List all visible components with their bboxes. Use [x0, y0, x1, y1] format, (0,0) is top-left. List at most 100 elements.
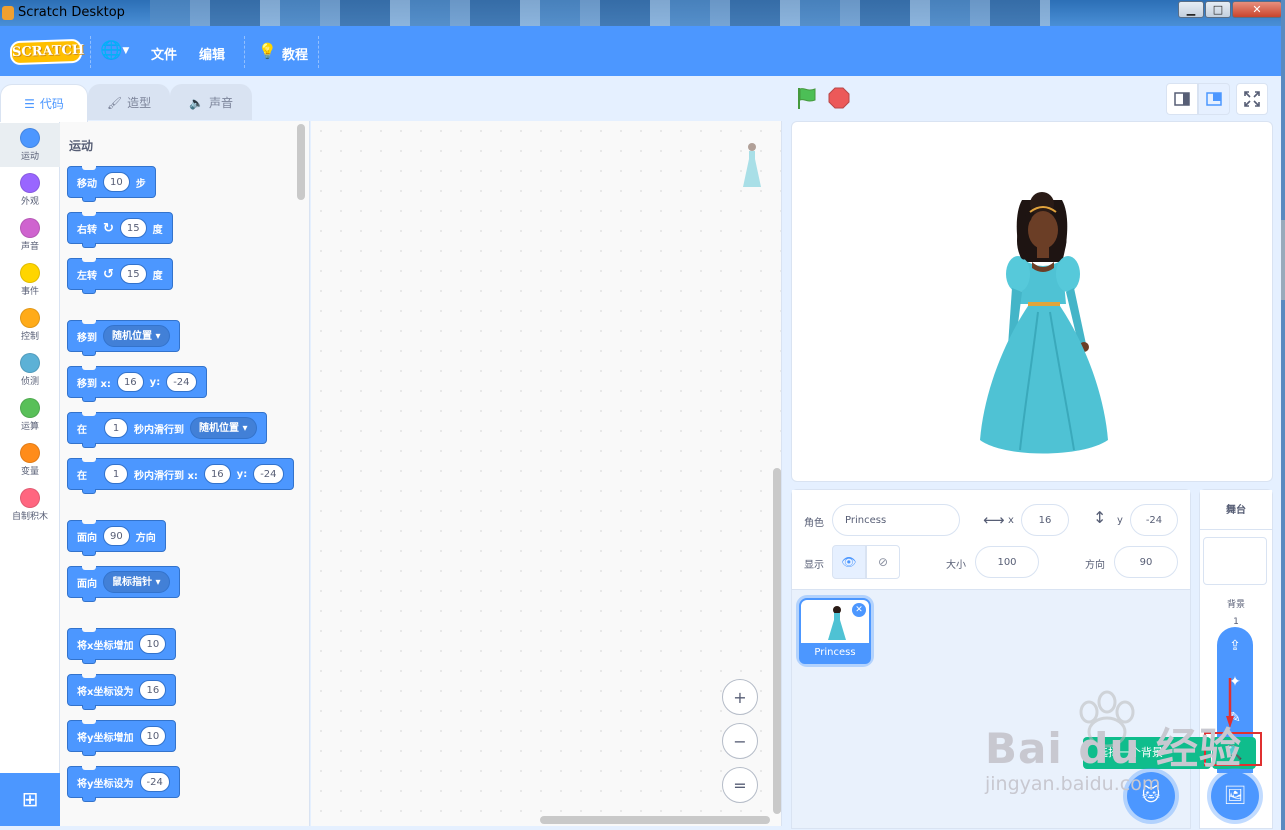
- block-change-y[interactable]: 将y坐标增加 10: [67, 720, 177, 756]
- direction-input[interactable]: 90: [103, 526, 130, 546]
- green-flag-button[interactable]: [795, 86, 819, 110]
- block-glide[interactable]: 在 1 秒内滑行到 随机位置 ▾: [67, 412, 267, 448]
- hide-sprite-button[interactable]: ⊘: [866, 545, 900, 579]
- category-sensing[interactable]: 侦测: [0, 348, 60, 392]
- language-menu[interactable]: 🌐▼: [100, 40, 136, 64]
- category-my-blocks[interactable]: 自制积木: [0, 483, 60, 527]
- change-y-input[interactable]: 10: [139, 726, 167, 746]
- y-input[interactable]: -24: [166, 372, 197, 392]
- normal-stage-button[interactable]: [1198, 83, 1230, 115]
- category-menu: 运动 外观 声音 事件 控制 侦测 运算 变量 自制积木: [0, 121, 60, 773]
- block-text: 度: [152, 270, 163, 282]
- tab-sounds[interactable]: 🔈 声音: [170, 84, 252, 120]
- x-input[interactable]: 16: [116, 372, 144, 392]
- direction-input[interactable]: 90: [1114, 546, 1178, 578]
- add-extension-button[interactable]: ⊞: [0, 773, 60, 826]
- goto-target-dropdown[interactable]: 随机位置 ▾: [103, 325, 170, 347]
- block-glide-xy[interactable]: 在 1 秒内滑行到 x: 16 y: -24: [67, 458, 294, 494]
- image-icon: 🖼: [1223, 785, 1247, 806]
- block-set-y[interactable]: 将y坐标设为 -24: [67, 766, 180, 802]
- block-point-towards[interactable]: 面向 鼠标指针 ▾: [67, 566, 180, 602]
- block-text: y:: [236, 468, 248, 480]
- tab-code[interactable]: ☰ 代码: [0, 84, 88, 122]
- palette-category-title: 运动: [69, 139, 94, 153]
- events-dot-icon: [20, 263, 40, 283]
- block-text: 移动: [77, 178, 97, 190]
- menu-bar: [0, 26, 1281, 76]
- maximize-button[interactable]: □: [1205, 1, 1231, 18]
- seconds-input[interactable]: 1: [104, 464, 128, 484]
- chevron-down-icon: ▾: [155, 331, 161, 342]
- block-point-direction[interactable]: 面向 90 方向: [67, 520, 166, 556]
- set-x-input[interactable]: 16: [139, 680, 167, 700]
- zoom-out-button[interactable]: −: [722, 723, 758, 759]
- chevron-down-icon: ▾: [242, 423, 248, 434]
- script-workspace[interactable]: [311, 121, 782, 826]
- upload-backdrop-button[interactable]: ⇪: [1217, 631, 1253, 661]
- speaker-icon: 🔈: [189, 95, 204, 110]
- tab-costumes[interactable]: 🖌 造型: [88, 84, 170, 120]
- workspace-horizontal-scrollbar[interactable]: [540, 816, 770, 824]
- block-turn-left[interactable]: 左转 ↺ 15 度: [67, 258, 173, 294]
- palette-scrollbar[interactable]: [297, 124, 305, 200]
- steps-input[interactable]: 10: [103, 172, 130, 192]
- tutorials-menu[interactable]: 教程: [282, 44, 308, 63]
- y-label: y: [1117, 515, 1123, 526]
- block-turn-right[interactable]: 右转 ↻ 15 度: [67, 212, 173, 248]
- category-operators[interactable]: 运算: [0, 393, 60, 437]
- small-stage-button[interactable]: [1166, 83, 1198, 115]
- size-input[interactable]: 100: [975, 546, 1039, 578]
- degrees-input[interactable]: 15: [119, 218, 147, 238]
- backdrop-thumbnail[interactable]: [1203, 537, 1267, 585]
- category-sound[interactable]: 声音: [0, 213, 60, 257]
- stop-button[interactable]: [828, 87, 850, 109]
- watermark-url: jingyan.baidu.com: [985, 773, 1161, 795]
- block-goto[interactable]: 移到 随机位置 ▾: [67, 320, 180, 356]
- y-position-input[interactable]: -24: [1130, 504, 1178, 536]
- scratch-logo[interactable]: SCRATCH: [9, 38, 84, 66]
- close-window-button[interactable]: ✕: [1232, 1, 1282, 18]
- zoom-in-button[interactable]: +: [722, 679, 758, 715]
- file-menu[interactable]: 文件: [151, 44, 177, 63]
- towards-dropdown[interactable]: 鼠标指针 ▾: [103, 571, 170, 593]
- workspace-vertical-scrollbar[interactable]: [773, 468, 781, 814]
- show-sprite-button[interactable]: 👁: [832, 545, 866, 579]
- category-looks[interactable]: 外观: [0, 168, 60, 212]
- window-edge-scrollbar: [1281, 0, 1285, 830]
- set-y-input[interactable]: -24: [139, 772, 170, 792]
- stage-canvas[interactable]: [791, 121, 1273, 482]
- glide-target-dropdown[interactable]: 随机位置 ▾: [190, 417, 257, 439]
- block-text: 移到: [77, 332, 97, 344]
- chevron-down-icon: ▾: [155, 577, 161, 588]
- block-move-steps[interactable]: 移动 10 步: [67, 166, 156, 202]
- sprite-name-input[interactable]: Princess: [832, 504, 960, 536]
- zoom-reset-button[interactable]: =: [722, 767, 758, 803]
- y-input[interactable]: -24: [253, 464, 284, 484]
- category-label: 声音: [20, 242, 39, 252]
- edit-menu[interactable]: 编辑: [199, 44, 225, 63]
- lightbulb-icon: 💡: [258, 42, 277, 60]
- watermark-brand: Bai du 经验: [985, 724, 1242, 773]
- small-stage-icon: [1174, 92, 1190, 106]
- fullscreen-icon: [1244, 91, 1260, 107]
- block-text: 将y坐标设为: [77, 778, 134, 790]
- fullscreen-button[interactable]: [1236, 83, 1268, 115]
- delete-sprite-button[interactable]: ✕: [852, 603, 866, 617]
- change-x-input[interactable]: 10: [139, 634, 167, 654]
- x-position-input[interactable]: 16: [1021, 504, 1069, 536]
- workspace-sprite-thumbnail: [743, 143, 761, 187]
- menu-divider: [244, 36, 245, 68]
- category-motion[interactable]: 运动: [0, 123, 60, 167]
- category-control[interactable]: 控制: [0, 303, 60, 347]
- block-change-x[interactable]: 将x坐标增加 10: [67, 628, 177, 664]
- category-events[interactable]: 事件: [0, 258, 60, 302]
- x-input[interactable]: 16: [203, 464, 231, 484]
- minimize-button[interactable]: ▁: [1178, 1, 1204, 18]
- block-set-x[interactable]: 将x坐标设为 16: [67, 674, 177, 710]
- category-variables[interactable]: 变量: [0, 438, 60, 482]
- degrees-input[interactable]: 15: [119, 264, 147, 284]
- seconds-input[interactable]: 1: [104, 418, 128, 438]
- block-goto-xy[interactable]: 移到 x: 16 y: -24: [67, 366, 207, 402]
- my-blocks-dot-icon: [20, 488, 40, 508]
- category-label: 自制积木: [11, 512, 48, 522]
